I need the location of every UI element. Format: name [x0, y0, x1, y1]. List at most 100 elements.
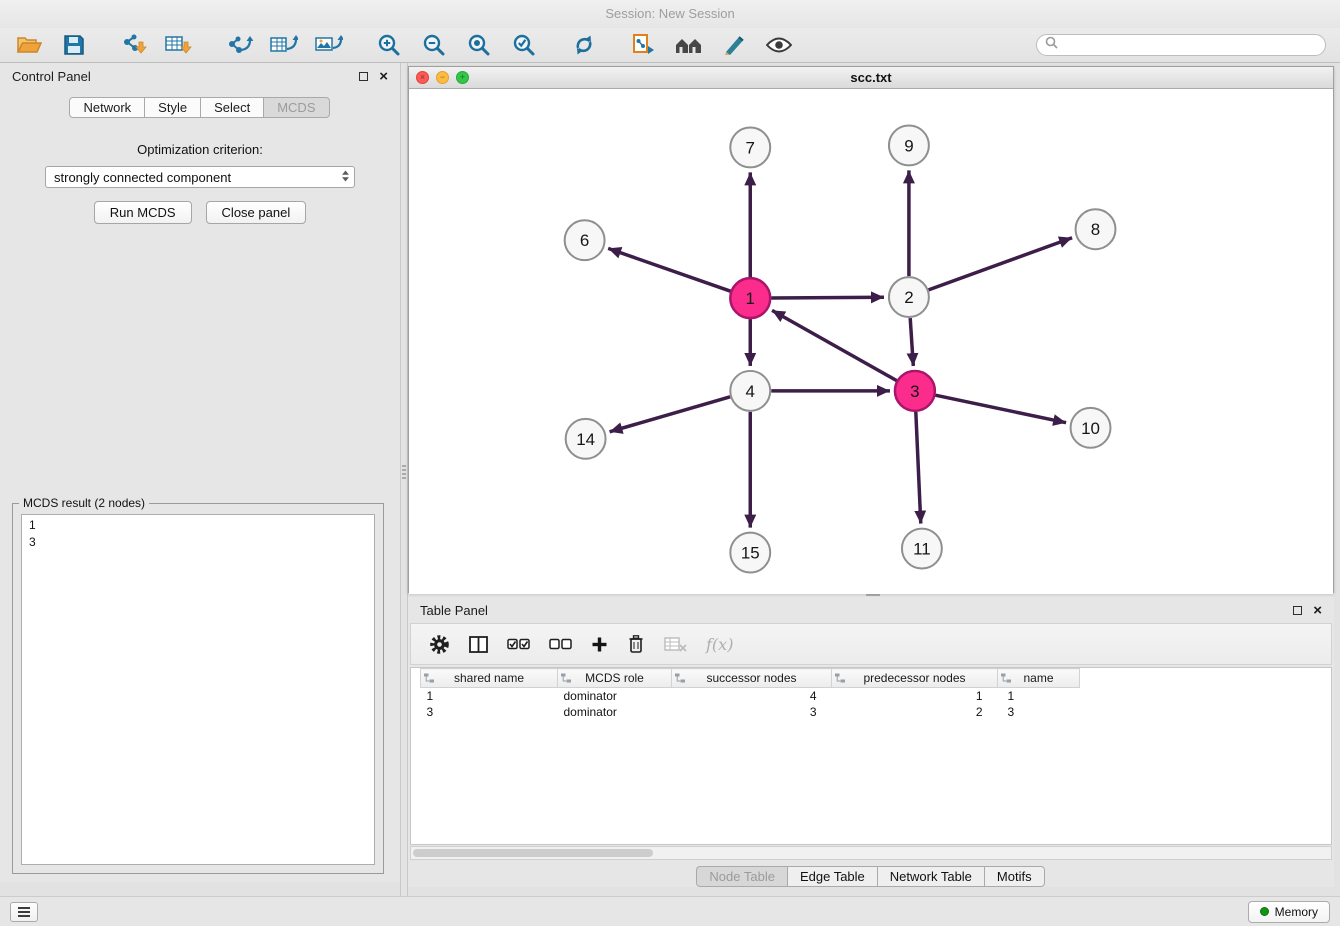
delete-table-icon[interactable]: [664, 630, 687, 658]
tab-network-table[interactable]: Network Table: [877, 866, 985, 887]
table-cell[interactable]: 1: [421, 688, 558, 704]
memory-button[interactable]: Memory: [1248, 901, 1330, 923]
import-network-icon[interactable]: [119, 31, 149, 59]
network-file-icon[interactable]: [629, 31, 659, 59]
maximize-window-icon[interactable]: +: [456, 71, 469, 84]
style-brush-icon[interactable]: [719, 31, 749, 59]
mcds-result-item[interactable]: 3: [29, 534, 367, 551]
tab-motifs[interactable]: Motifs: [984, 866, 1045, 887]
node-table[interactable]: shared name MCDS role successor nodesprede…: [410, 667, 1332, 845]
minimize-window-icon[interactable]: −: [436, 71, 449, 84]
mcds-result-item[interactable]: 1: [29, 517, 367, 534]
graph-edge-3-1[interactable]: [772, 310, 897, 380]
column-header-predecessor-nodes[interactable]: predecessor nodes: [832, 669, 998, 688]
splitter-grip[interactable]: [866, 594, 880, 596]
scrollbar-thumb[interactable]: [413, 849, 653, 857]
splitter-grip[interactable]: [402, 465, 406, 479]
column-header-shared-name[interactable]: shared name: [421, 669, 558, 688]
view-group: [629, 31, 794, 59]
graph-node-label: 15: [741, 544, 760, 563]
export-image-icon[interactable]: [314, 31, 344, 59]
houses-icon[interactable]: [674, 31, 704, 59]
zoom-out-icon[interactable]: [419, 31, 449, 59]
close-window-icon[interactable]: ×: [416, 71, 429, 84]
table-cell[interactable]: dominator: [558, 704, 672, 720]
close-panel-button[interactable]: Close panel: [206, 201, 307, 224]
table-cell[interactable]: 1: [998, 688, 1080, 704]
column-label: MCDS role: [585, 671, 644, 685]
table-body: 1dominator4113dominator323: [421, 688, 1080, 720]
graph-edge-3-11[interactable]: [916, 412, 921, 524]
graph-edge-3-10[interactable]: [935, 395, 1066, 423]
optimization-criterion-select[interactable]: strongly connected component: [45, 166, 355, 188]
graph-node-label: 4: [746, 382, 755, 401]
add-column-icon[interactable]: [591, 630, 608, 658]
graph-edge-4-14[interactable]: [610, 397, 731, 432]
zoom-fit-icon[interactable]: [464, 31, 494, 59]
tab-network[interactable]: Network: [69, 97, 145, 118]
search-box[interactable]: [1036, 34, 1326, 56]
deselect-all-columns-icon[interactable]: [549, 630, 572, 658]
split-columns-icon[interactable]: [469, 630, 488, 658]
network-window-titlebar[interactable]: × − + scc.txt: [409, 67, 1333, 89]
table-row[interactable]: 3dominator323: [421, 704, 1080, 720]
column-tree-icon: [424, 673, 435, 687]
column-tree-icon: [1001, 673, 1012, 687]
table-cell[interactable]: 3: [672, 704, 832, 720]
network-window: × − + scc.txt 7968124314101511: [408, 66, 1334, 593]
close-panel-icon[interactable]: ×: [1313, 603, 1322, 618]
table-panel: Table Panel ×: [408, 597, 1334, 887]
column-header-name[interactable]: name: [998, 669, 1080, 688]
import-table-icon[interactable]: [164, 31, 194, 59]
tab-style[interactable]: Style: [144, 97, 201, 118]
mcds-result-list[interactable]: 13: [21, 514, 375, 865]
table-cell[interactable]: dominator: [558, 688, 672, 704]
vertical-splitter[interactable]: [400, 63, 408, 896]
network-graph[interactable]: 7968124314101511: [409, 89, 1333, 594]
network-canvas[interactable]: 7968124314101511: [409, 89, 1333, 594]
refresh-group: [569, 31, 599, 59]
table-cell[interactable]: 3: [998, 704, 1080, 720]
close-panel-icon[interactable]: ×: [379, 69, 388, 84]
column-header-MCDS-role[interactable]: MCDS role: [558, 669, 672, 688]
refresh-icon[interactable]: [569, 31, 599, 59]
graph-edge-2-8[interactable]: [929, 238, 1072, 290]
graph-edge-2-3[interactable]: [910, 318, 913, 366]
run-mcds-button[interactable]: Run MCDS: [94, 201, 192, 224]
tab-edge-table[interactable]: Edge Table: [787, 866, 878, 887]
column-tree-icon: [675, 673, 686, 687]
titlebar: Session: New Session: [0, 0, 1340, 28]
delete-column-icon[interactable]: [627, 630, 645, 658]
search-input[interactable]: [1063, 38, 1317, 52]
tab-node-table[interactable]: Node Table: [696, 866, 788, 887]
table-cell[interactable]: 1: [832, 688, 998, 704]
select-all-columns-icon[interactable]: [507, 630, 530, 658]
table-cell[interactable]: 4: [672, 688, 832, 704]
gear-icon[interactable]: [429, 630, 450, 658]
graph-edge-1-2[interactable]: [771, 297, 884, 298]
zoom-in-icon[interactable]: [374, 31, 404, 59]
float-panel-icon[interactable]: [359, 72, 368, 81]
tab-select[interactable]: Select: [200, 97, 264, 118]
graph-node-label: 3: [910, 382, 919, 401]
tab-mcds[interactable]: MCDS: [263, 97, 329, 118]
float-panel-icon[interactable]: [1293, 606, 1302, 615]
graph-edge-1-6[interactable]: [608, 248, 730, 291]
table-hscrollbar[interactable]: [410, 846, 1332, 860]
task-history-button[interactable]: [10, 902, 38, 922]
mcds-result-group: MCDS result (2 nodes) 13: [12, 503, 384, 874]
table-panel-header: Table Panel ×: [408, 597, 1334, 623]
save-session-icon[interactable]: [59, 31, 89, 59]
function-builder-icon[interactable]: f(x): [706, 630, 733, 658]
export-network-icon[interactable]: [224, 31, 254, 59]
export-table-icon[interactable]: [269, 31, 299, 59]
column-header-successor-nodes[interactable]: successor nodes: [672, 669, 832, 688]
zoom-selected-icon[interactable]: [509, 31, 539, 59]
open-session-icon[interactable]: [14, 31, 44, 59]
export-group: [224, 31, 344, 59]
eye-icon[interactable]: [764, 31, 794, 59]
graph-node-label: 9: [904, 136, 913, 155]
table-cell[interactable]: 3: [421, 704, 558, 720]
table-cell[interactable]: 2: [832, 704, 998, 720]
table-row[interactable]: 1dominator411: [421, 688, 1080, 704]
